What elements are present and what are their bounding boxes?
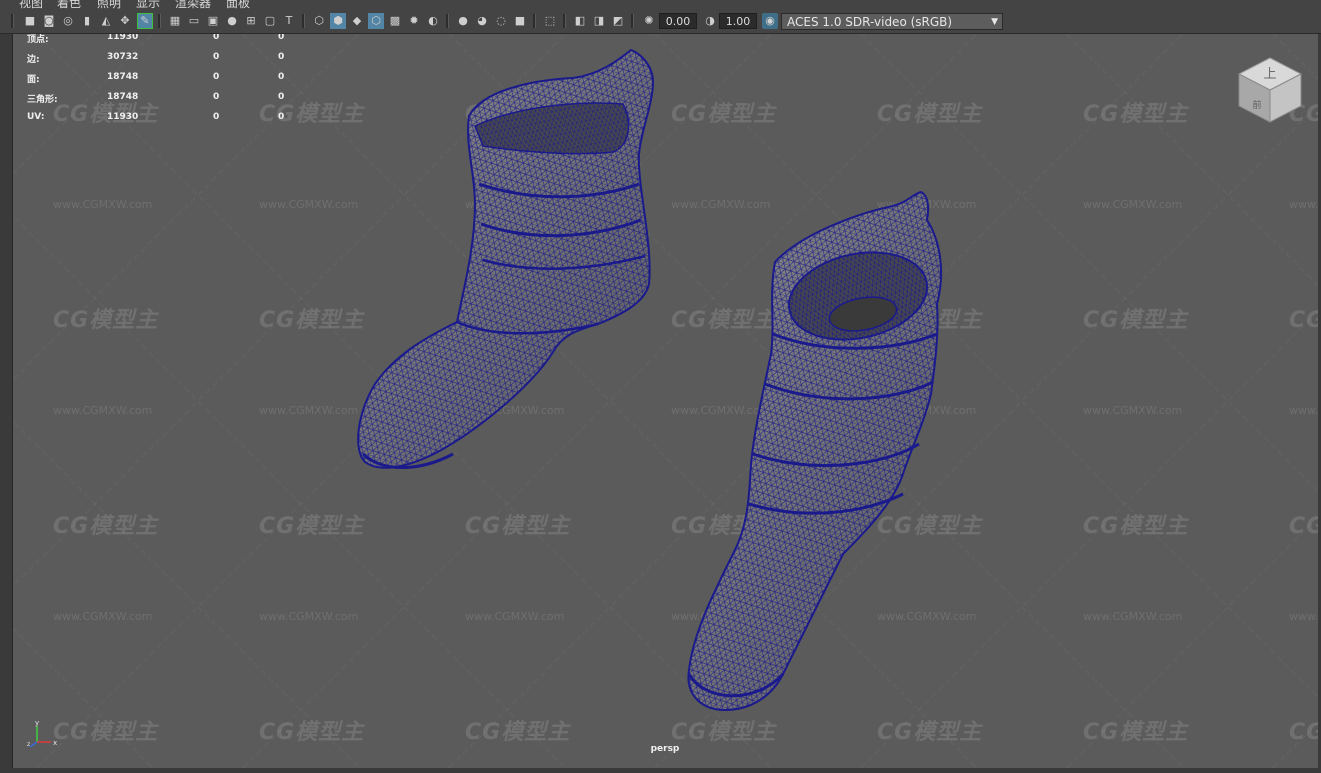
gate-mask-icon[interactable]: ● bbox=[224, 13, 240, 29]
hud-value: 0 bbox=[213, 92, 220, 102]
hud-value: 11930 bbox=[107, 112, 139, 122]
hud-label: 顶点: bbox=[27, 35, 49, 45]
hud-row-uvs: UV: 11930 0 0 bbox=[27, 112, 307, 126]
hud-value: 0 bbox=[278, 52, 285, 62]
hud-value: 18748 bbox=[107, 72, 139, 82]
color-management-icon[interactable]: ◉ bbox=[762, 13, 778, 29]
smooth-shade-icon[interactable]: ⬢ bbox=[330, 13, 346, 29]
view-cube-top-label: 上 bbox=[1263, 67, 1276, 82]
perspective-viewport[interactable]: CG模型主CG模型主CG模型主CG模型主CG模型主CG模型主CG模型主CG模型主… bbox=[12, 34, 1318, 768]
panel-left-border bbox=[0, 34, 12, 768]
hud-value: 0 bbox=[278, 92, 285, 102]
menu-panels[interactable]: 面板 bbox=[226, 0, 250, 9]
backface-culling-icon[interactable]: ◩ bbox=[610, 13, 626, 29]
hud-value: 0 bbox=[213, 34, 220, 42]
grid-icon[interactable]: ▦ bbox=[167, 13, 183, 29]
hud-label: 面: bbox=[27, 75, 40, 85]
use-lights-icon[interactable]: ✹ bbox=[406, 13, 422, 29]
use-default-material-icon[interactable]: ◆ bbox=[349, 13, 365, 29]
gamma-field[interactable]: 1.00 bbox=[719, 13, 757, 29]
hud-label: UV: bbox=[27, 112, 45, 122]
grease-pencil-icon[interactable]: ◭ bbox=[98, 13, 114, 29]
hud-value: 0 bbox=[278, 72, 285, 82]
toolbar-separator bbox=[302, 14, 305, 28]
textured-icon[interactable]: ▩ bbox=[387, 13, 403, 29]
menu-renderer[interactable]: 渲染器 bbox=[175, 0, 211, 9]
2d-pan-zoom-icon[interactable]: ✥ bbox=[117, 13, 133, 29]
toolbar-separator bbox=[563, 14, 566, 28]
camera-select-icon[interactable]: ■ bbox=[22, 13, 38, 29]
screen-space-ao-icon[interactable]: ● bbox=[455, 13, 471, 29]
toolbar-separator bbox=[158, 14, 161, 28]
hud-row-edges: 边: 30732 0 0 bbox=[27, 52, 307, 66]
wireframe-on-shaded-icon[interactable]: ⬡ bbox=[368, 13, 384, 29]
anti-aliasing-icon[interactable]: ◌ bbox=[493, 13, 509, 29]
axis-x-label: x bbox=[53, 739, 57, 747]
resolution-gate-icon[interactable]: ▣ bbox=[205, 13, 221, 29]
axis-z-label: z bbox=[27, 741, 30, 748]
xray-icon[interactable]: ◧ bbox=[572, 13, 588, 29]
hud-row-vertices: 顶点: 11930 0 0 bbox=[27, 34, 307, 46]
gamma-icon[interactable]: ◑ bbox=[702, 13, 718, 29]
hud-label: 边: bbox=[27, 55, 40, 65]
safe-title-icon[interactable]: T bbox=[281, 13, 297, 29]
isolate-select-icon[interactable]: ⬚ bbox=[542, 13, 558, 29]
boots-model[interactable] bbox=[13, 34, 1318, 768]
image-plane-icon[interactable]: ▮ bbox=[79, 13, 95, 29]
hud-value: 11930 bbox=[107, 34, 139, 42]
color-space-dropdown[interactable]: ACES 1.0 SDR-video (sRGB) ▼ bbox=[781, 13, 1003, 30]
menu-view[interactable]: 视图 bbox=[19, 0, 43, 9]
menu-shading[interactable]: 着色 bbox=[57, 0, 81, 9]
depth-of-field-icon[interactable]: ■ bbox=[512, 13, 528, 29]
hud-value: 0 bbox=[278, 34, 285, 42]
axis-y-label: y bbox=[35, 719, 39, 727]
hud-row-faces: 面: 18748 0 0 bbox=[27, 72, 307, 86]
hud-value: 0 bbox=[213, 72, 220, 82]
right-boot[interactable] bbox=[687, 190, 943, 712]
hud-value: 18748 bbox=[107, 92, 139, 102]
menu-bar: 视图 着色 照明 显示 渲染器 面板 bbox=[0, 0, 1321, 9]
wireframe-icon[interactable]: ⬡ bbox=[311, 13, 327, 29]
left-boot[interactable] bbox=[357, 48, 655, 470]
hud-value: 0 bbox=[278, 112, 285, 122]
view-cube-front-label: 前 bbox=[1252, 99, 1261, 111]
exposure-icon[interactable]: ✺ bbox=[641, 13, 657, 29]
panel-toolbar: ■ ◙ ◎ ▮ ◭ ✥ ✎ ▦ ▭ ▣ ● ⊞ ▢ T ⬡ ⬢ ◆ ⬡ ▩ ✹ … bbox=[0, 9, 1321, 34]
hud-value: 0 bbox=[213, 112, 220, 122]
pencil-tool-icon[interactable]: ✎ bbox=[137, 13, 153, 29]
exposure-field[interactable]: 0.00 bbox=[659, 13, 697, 29]
menu-show[interactable]: 显示 bbox=[136, 0, 160, 9]
menu-lighting[interactable]: 照明 bbox=[97, 0, 121, 9]
toolbar-separator bbox=[11, 14, 14, 28]
hud-label: 三角形: bbox=[27, 95, 58, 105]
shadows-icon[interactable]: ◐ bbox=[425, 13, 441, 29]
hud-value: 30732 bbox=[107, 52, 139, 62]
hud-row-triangles: 三角形: 18748 0 0 bbox=[27, 92, 307, 106]
toolbar-separator bbox=[631, 14, 634, 28]
camera-name-label: persp bbox=[650, 744, 680, 754]
bookmark-icon[interactable]: ◎ bbox=[60, 13, 76, 29]
field-chart-icon[interactable]: ⊞ bbox=[243, 13, 259, 29]
axis-gizmo: y x z bbox=[27, 719, 57, 748]
color-space-value: ACES 1.0 SDR-video (sRGB) bbox=[787, 15, 953, 29]
toolbar-separator bbox=[533, 14, 536, 28]
film-gate-icon[interactable]: ▭ bbox=[186, 13, 202, 29]
chevron-down-icon: ▼ bbox=[991, 17, 998, 27]
toolbar-separator bbox=[446, 14, 449, 28]
xray-joints-icon[interactable]: ◨ bbox=[591, 13, 607, 29]
motion-blur-icon[interactable]: ◕ bbox=[474, 13, 490, 29]
camera-attributes-icon[interactable]: ◙ bbox=[41, 13, 57, 29]
safe-action-icon[interactable]: ▢ bbox=[262, 13, 278, 29]
panel-bottom-border bbox=[0, 768, 1321, 773]
view-cube[interactable]: 上 前 bbox=[1235, 54, 1305, 124]
hud-value: 0 bbox=[213, 52, 220, 62]
